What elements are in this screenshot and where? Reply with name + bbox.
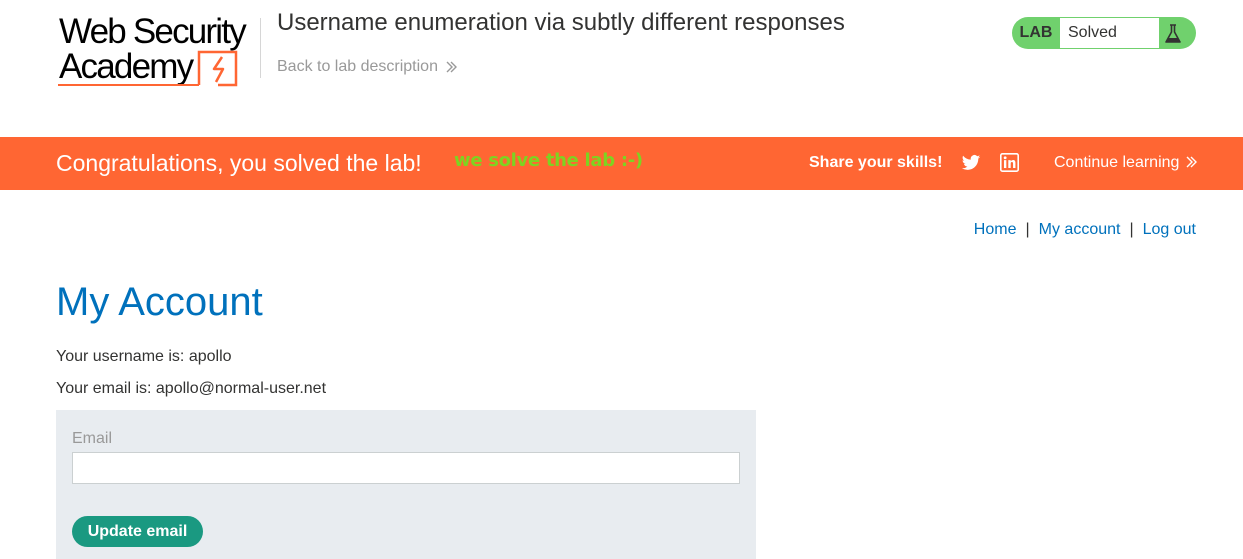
lab-title: Username enumeration via subtly differen… (277, 9, 845, 36)
nav-home-link[interactable]: Home (974, 221, 1017, 238)
nav-separator: | (1129, 221, 1134, 238)
double-chevron-right-icon (1186, 156, 1197, 168)
share-skills-label: Share your skills! (809, 154, 943, 171)
email-field-label: Email (72, 430, 113, 447)
nav-my-account-link[interactable]: My account (1039, 221, 1121, 238)
nav-separator: | (1025, 221, 1030, 238)
logo-lightning-icon (58, 50, 238, 87)
username-info: Your username is: apollo (56, 348, 232, 365)
email-field[interactable] (72, 452, 740, 484)
top-navigation: Home | My account | Log out (974, 221, 1196, 239)
injected-banner-text: we solve the lab :-) (454, 150, 643, 171)
linkedin-icon[interactable] (1000, 153, 1019, 172)
back-to-lab-description-link[interactable]: Back to lab description (277, 58, 458, 76)
lab-header: Web Security Academy Username enumeratio… (0, 0, 1243, 137)
flask-icon (1165, 24, 1181, 43)
lab-solved-banner: Congratulations, you solved the lab! we … (0, 137, 1243, 190)
page-title: My Account (56, 280, 263, 324)
double-chevron-right-icon (446, 61, 458, 73)
congratulations-message: Congratulations, you solved the lab! (56, 150, 422, 176)
web-security-academy-logo[interactable]: Web Security Academy (56, 14, 247, 90)
lab-status-value: Solved (1060, 18, 1159, 48)
continue-learning-link[interactable]: Continue learning (1054, 154, 1198, 172)
back-link-label: Back to lab description (277, 58, 438, 75)
lab-status-tag: LAB (1019, 24, 1053, 41)
continue-learning-label: Continue learning (1054, 154, 1180, 171)
lab-status-badge: LAB Solved (1012, 17, 1196, 49)
header-divider (260, 18, 261, 78)
nav-log-out-link[interactable]: Log out (1143, 221, 1196, 238)
update-email-button[interactable]: Update email (72, 516, 203, 547)
twitter-icon[interactable] (961, 153, 981, 173)
change-email-form: Email Update email (56, 410, 756, 559)
email-info: Your email is: apollo@normal-user.net (56, 380, 327, 397)
